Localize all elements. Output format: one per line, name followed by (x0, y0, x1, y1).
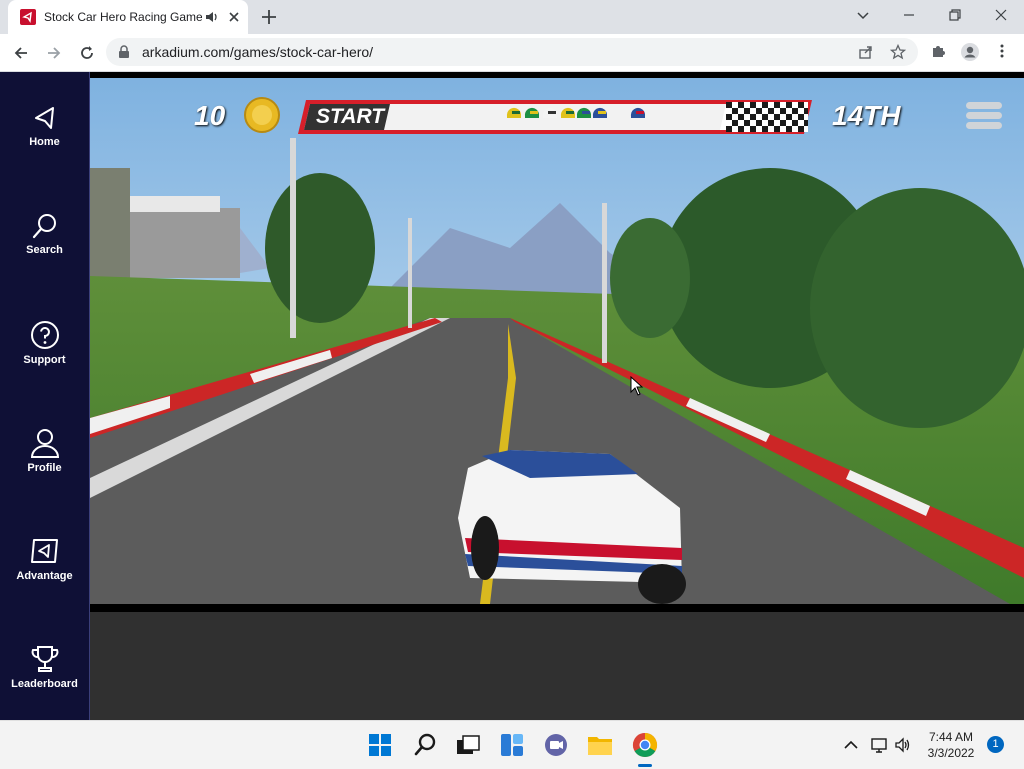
share-icon[interactable] (858, 44, 874, 60)
sidebar-item-profile[interactable]: Profile (0, 428, 89, 498)
restore-button[interactable] (932, 0, 978, 30)
sidebar-item-home[interactable]: Home (0, 104, 89, 174)
url-text[interactable]: arkadium.com/games/stock-car-hero/ (142, 44, 373, 60)
close-window-button[interactable] (978, 0, 1024, 30)
notification-badge[interactable]: 1 (987, 736, 1004, 753)
sidebar-label-leaderboard: Leaderboard (11, 678, 78, 690)
chevron-down-icon (857, 12, 869, 20)
address-bar[interactable]: arkadium.com/games/stock-car-hero/ (106, 38, 918, 66)
player-helmet-icon (630, 107, 645, 118)
site-sidebar: Home Search Support Profile Advantage Le… (0, 72, 90, 720)
bookmark-star-icon[interactable] (890, 44, 906, 60)
progress-start-label: START (316, 105, 385, 128)
racer-helmet-icon (576, 107, 591, 118)
arrow-right-icon (48, 47, 61, 59)
kebab-menu-icon[interactable] (994, 43, 1010, 59)
game-footer-area (90, 612, 1024, 720)
home-icon (34, 107, 54, 129)
volume-icon[interactable] (894, 736, 912, 754)
tab-search-button[interactable] (840, 0, 886, 30)
racer-helmet-icon (542, 107, 557, 118)
close-icon (995, 9, 1007, 21)
sidebar-label-profile: Profile (27, 462, 62, 474)
sidebar-label-support: Support (23, 354, 66, 366)
close-tab-icon[interactable] (226, 9, 242, 25)
search-icon (32, 214, 56, 239)
speaker-icon[interactable] (204, 9, 220, 25)
minimize-button[interactable] (886, 0, 932, 30)
clock-date: 3/3/2022 (927, 746, 975, 760)
teams-chat-icon[interactable] (542, 731, 570, 759)
network-icon[interactable] (870, 736, 888, 754)
minimize-icon (904, 14, 914, 16)
system-clock[interactable]: 7:44 AM 3/3/2022 (916, 729, 986, 761)
sidebar-item-leaderboard[interactable]: Leaderboard (0, 644, 89, 714)
arkadium-favicon-icon (20, 9, 36, 25)
game-canvas[interactable]: 10 START 14TH (90, 72, 1024, 612)
new-tab-icon[interactable] (258, 6, 280, 28)
tab-strip: Stock Car Hero Racing Game (0, 0, 1024, 34)
search-icon[interactable] (411, 731, 439, 759)
widgets-icon[interactable] (498, 731, 526, 759)
chevron-up-icon[interactable] (842, 736, 860, 754)
advantage-icon (30, 539, 58, 563)
coin-icon (244, 97, 280, 133)
racer-helmet-icon (506, 107, 521, 118)
racer-helmet-icon (560, 107, 575, 118)
mouse-cursor-icon (630, 376, 644, 396)
taskbar: 7:44 AM 3/3/2022 1 (0, 720, 1024, 769)
arrow-left-icon (14, 47, 27, 59)
task-view-icon[interactable] (454, 731, 482, 759)
sidebar-label-search: Search (26, 244, 63, 256)
sidebar-label-home: Home (29, 136, 60, 148)
sidebar-item-support[interactable]: Support (0, 320, 89, 390)
browser-toolbar: arkadium.com/games/stock-car-hero/ (0, 34, 1024, 72)
coin-count: 10 (194, 100, 226, 131)
reload-button[interactable] (75, 41, 99, 65)
chrome-icon[interactable] (631, 731, 659, 759)
race-scene[interactable] (90, 78, 1024, 604)
forward-button[interactable] (42, 41, 66, 65)
browser-tab[interactable]: Stock Car Hero Racing Game (8, 0, 248, 34)
checkered-flag-icon (726, 102, 808, 132)
sidebar-item-search[interactable]: Search (0, 212, 89, 282)
help-icon (30, 321, 59, 349)
active-app-indicator (638, 764, 652, 767)
profile-icon (30, 429, 59, 458)
sidebar-label-advantage: Advantage (16, 570, 73, 582)
tab-title: Stock Car Hero Racing Game (44, 10, 202, 24)
trophy-icon (31, 646, 58, 672)
windows-start-icon[interactable] (366, 731, 394, 759)
file-explorer-icon[interactable] (586, 731, 614, 759)
sidebar-item-advantage[interactable]: Advantage (0, 536, 89, 606)
extensions-puzzle-icon[interactable] (930, 43, 946, 59)
lock-icon[interactable] (118, 45, 130, 59)
race-position: 14TH (832, 100, 901, 131)
racer-helmet-icon (524, 107, 539, 118)
reload-icon (81, 46, 93, 59)
clock-time: 7:44 AM (928, 730, 974, 744)
restore-icon (949, 9, 961, 21)
profile-avatar-icon[interactable] (960, 42, 980, 62)
game-menu-icon[interactable] (966, 100, 1002, 132)
back-button[interactable] (9, 41, 33, 65)
racer-helmet-icon (592, 107, 607, 118)
